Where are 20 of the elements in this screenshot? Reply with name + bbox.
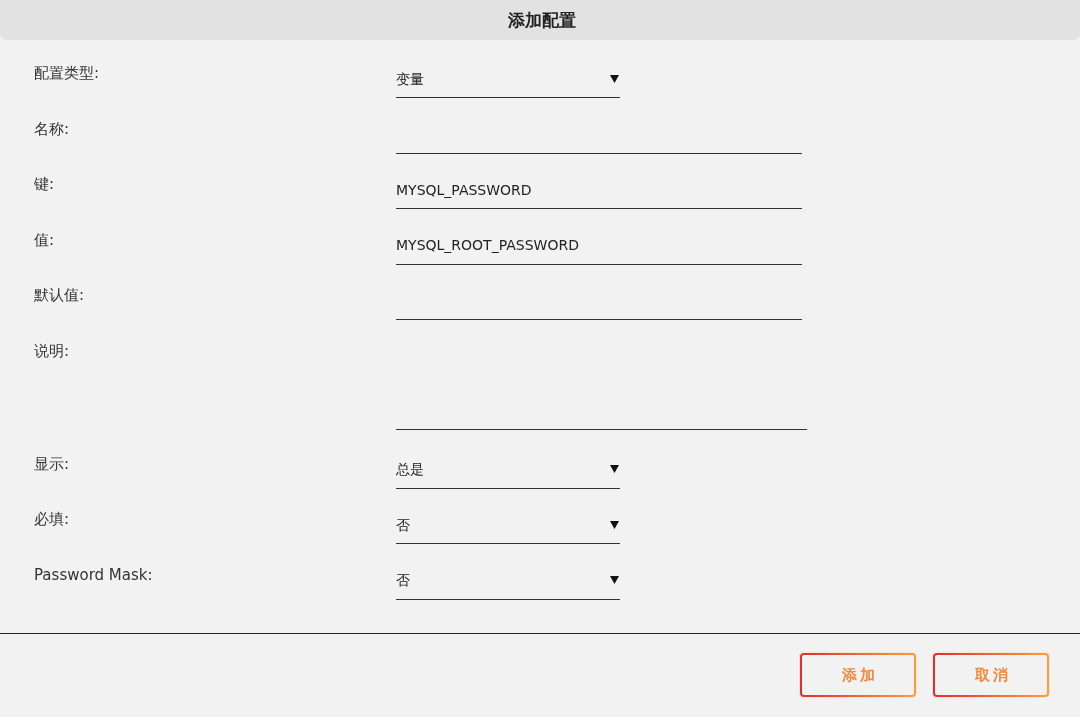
text-field[interactable]: MYSQL_PASSWORD <box>396 179 802 209</box>
text-field[interactable]: MYSQL_ROOT_PASSWORD <box>396 234 802 265</box>
caret-icon <box>610 465 619 473</box>
dropdown[interactable]: 否 <box>396 514 620 544</box>
field-label: 值: <box>34 229 56 250</box>
caret-icon <box>610 576 619 584</box>
field-label: 键: <box>34 174 56 194</box>
field-label: 说明: <box>34 340 71 361</box>
field-label: 配置类型: <box>34 63 101 83</box>
field-label: 显示: <box>34 453 71 474</box>
field-label: Password Mask: <box>34 564 154 585</box>
dropdown[interactable]: 总是 <box>396 458 620 489</box>
field-label: 必填: <box>34 509 71 529</box>
dialog-title: 添加配置 <box>507 9 576 31</box>
field-label: 默认值: <box>34 285 86 305</box>
field-label: 名称: <box>34 118 71 139</box>
caret-icon <box>610 74 619 83</box>
caret-icon <box>610 520 619 529</box>
dropdown[interactable]: 变量 <box>396 68 620 98</box>
dropdown[interactable]: 否 <box>396 569 620 600</box>
